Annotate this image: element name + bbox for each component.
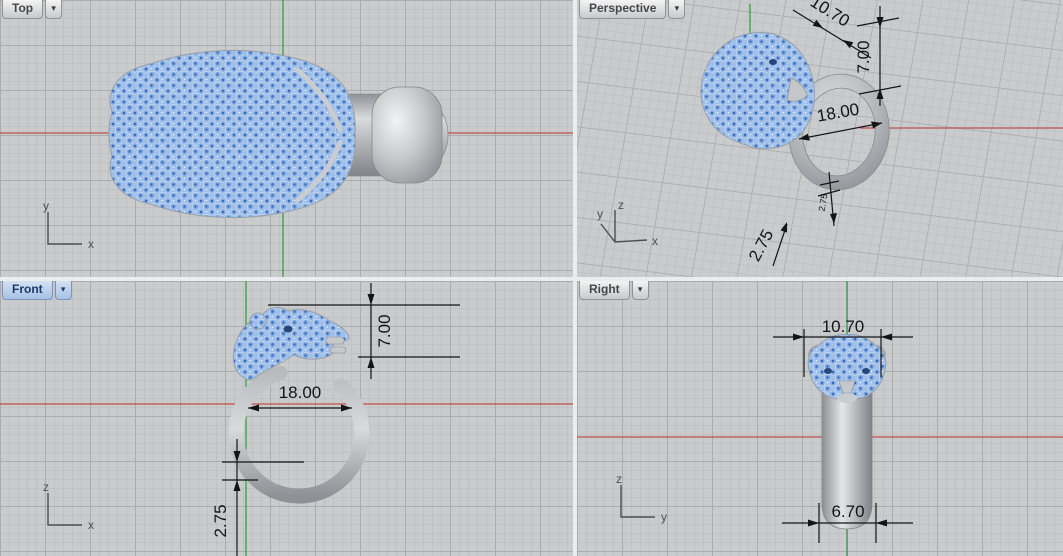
viewport-front-drawing: 7.00 18.00 2.75 z x xyxy=(0,281,573,556)
viewport-front-tab: Front ▾ xyxy=(2,281,72,300)
axis-label-z: z xyxy=(43,480,49,494)
panther-eye xyxy=(283,325,293,333)
viewport-perspective-drawing: 10.70 7.00 18.00 2.75 2.75 z y x xyxy=(597,0,1063,267)
dim-text-band-thickness[interactable]: 2.75 xyxy=(745,226,777,264)
axis-gizmo-front: z x xyxy=(43,480,94,532)
rhino-four-viewport-canvas: y x Top ▾ 10.70 7.00 18.00 2.75 2.75 z y… xyxy=(0,0,1063,556)
axis-label-y: y xyxy=(43,199,49,213)
axis-gizmo-perspective: z y x xyxy=(597,198,658,248)
axis-gizmo-top: y x xyxy=(43,199,94,251)
dim-text-band-thickness[interactable]: 2.75 xyxy=(211,504,230,537)
axis-label-x: x xyxy=(88,518,94,532)
dim-text-band-thickness-note[interactable]: 2.75 xyxy=(817,193,830,212)
viewport-right-drawing: 10.70 6.70 z y xyxy=(577,281,1063,556)
viewport-right[interactable]: 10.70 6.70 z y Right ▾ xyxy=(577,281,1063,556)
dim-text-head-height[interactable]: 7.00 xyxy=(375,314,394,347)
viewport-menu-icon[interactable]: ▾ xyxy=(54,281,72,300)
dim-text-inner-diameter[interactable]: 18.00 xyxy=(279,383,322,402)
viewport-menu-icon[interactable]: ▾ xyxy=(45,0,63,19)
axis-label-y: y xyxy=(661,510,667,524)
model-ring-top-view[interactable] xyxy=(108,50,449,218)
tab-top[interactable]: Top xyxy=(2,0,44,19)
ring-shank-cap xyxy=(371,86,443,184)
axis-gizmo-right: z y xyxy=(616,472,667,524)
axis-label-y: y xyxy=(597,207,603,221)
tab-right[interactable]: Right xyxy=(579,281,630,300)
panther-jaw-upper xyxy=(325,336,345,345)
dim-band-thickness-perspective[interactable]: 2.75 xyxy=(745,222,788,267)
tab-perspective[interactable]: Perspective xyxy=(579,0,667,19)
dim-text-head-height[interactable]: 7.00 xyxy=(854,40,873,73)
model-ring-right-view[interactable] xyxy=(807,334,887,530)
axis-label-x: x xyxy=(88,237,94,251)
axis-label-z: z xyxy=(616,472,622,486)
viewport-perspective[interactable]: 10.70 7.00 18.00 2.75 2.75 z y x Perspec… xyxy=(577,0,1063,277)
axis-label-x: x xyxy=(652,234,658,248)
axis-label-z: z xyxy=(618,198,624,212)
dim-text-inner-diameter[interactable]: 18.00 xyxy=(815,100,860,126)
viewport-menu-icon[interactable]: ▾ xyxy=(668,0,686,19)
viewport-front[interactable]: 7.00 18.00 2.75 z x Front ▾ xyxy=(0,281,573,556)
dim-text-head-width[interactable]: 10.70 xyxy=(807,0,853,31)
dim-text-head-width[interactable]: 10.70 xyxy=(822,317,865,336)
panther-eye-right xyxy=(862,368,870,374)
tab-front[interactable]: Front xyxy=(2,281,53,300)
panther-head-pave xyxy=(108,50,356,218)
panther-eye-left xyxy=(824,368,832,374)
viewport-top[interactable]: y x Top ▾ xyxy=(0,0,573,277)
dim-text-band-width[interactable]: 6.70 xyxy=(831,502,864,521)
viewport-right-tab: Right ▾ xyxy=(579,281,649,300)
panther-eye xyxy=(769,59,777,65)
panther-ear xyxy=(249,312,267,330)
viewport-perspective-tab: Perspective ▾ xyxy=(579,0,686,19)
panther-chin xyxy=(837,393,857,403)
viewport-top-drawing: y x xyxy=(0,0,573,277)
viewport-menu-icon[interactable]: ▾ xyxy=(631,281,649,300)
panther-jaw-lower xyxy=(329,346,347,354)
viewport-top-tab: Top ▾ xyxy=(2,0,63,19)
